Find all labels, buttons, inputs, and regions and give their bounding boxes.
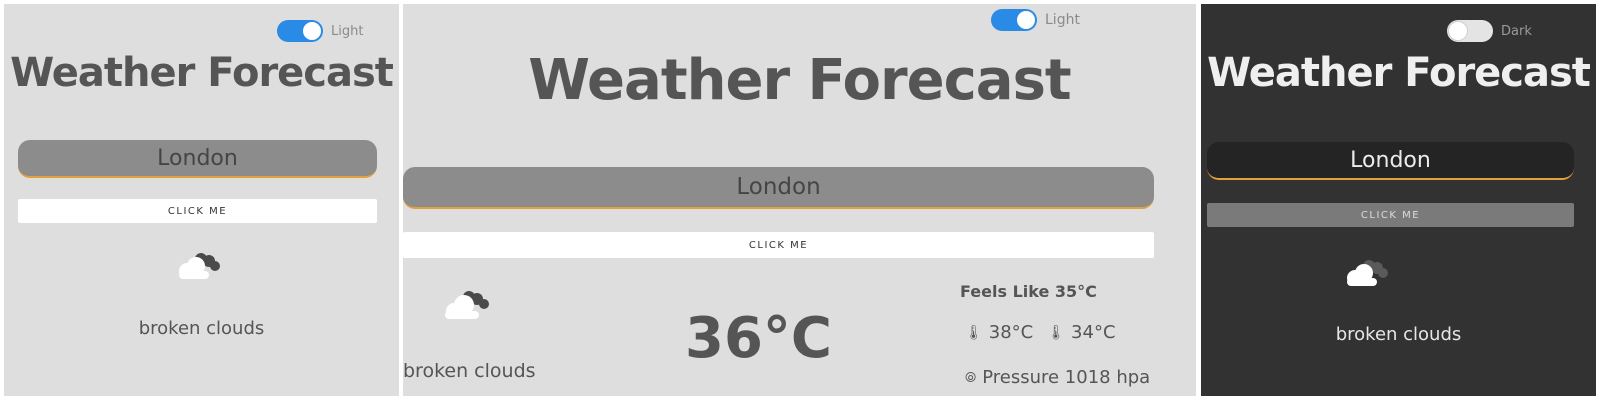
toggle-label: Dark [1501, 23, 1532, 39]
toggle-switch[interactable] [991, 9, 1037, 31]
weather-panel-dark-narrow: Dark Weather Forecast CLICK ME broken cl… [1201, 4, 1596, 396]
toggle-knob [1017, 11, 1035, 29]
toggle-knob [1449, 22, 1467, 40]
pressure: Pressure 1018 hpa [982, 367, 1151, 388]
click-me-button[interactable]: CLICK ME [403, 232, 1154, 258]
toggle-switch[interactable] [1447, 20, 1493, 42]
weather-panel-light-wide: Light Weather Forecast CLICK ME broken c… [403, 4, 1196, 396]
temp-min: 34°C [1071, 322, 1116, 343]
page-title: Weather Forecast [528, 48, 1071, 113]
page-title: Weather Forecast [10, 50, 394, 96]
theme-toggle[interactable]: Light [277, 20, 363, 42]
theme-toggle[interactable]: Light [991, 9, 1080, 31]
weather-description: broken clouds [138, 318, 265, 339]
temp-range: 🌡 38°C 🌡 34°C [965, 322, 1116, 343]
temperature: 36°C [685, 306, 833, 371]
theme-toggle[interactable]: Dark [1447, 20, 1532, 42]
city-input[interactable] [1207, 142, 1574, 180]
page-title: Weather Forecast [1207, 50, 1591, 96]
click-me-button[interactable]: CLICK ME [1207, 203, 1574, 227]
thermometer-high-icon: 🌡 [965, 324, 983, 341]
click-me-button[interactable]: CLICK ME [18, 199, 377, 223]
cloud-icon [173, 245, 225, 285]
toggle-label: Light [1045, 12, 1080, 28]
weather-panel-light-narrow: Light Weather Forecast CLICK ME broken c… [4, 4, 399, 396]
pressure-row: ⦾ Pressure 1018 hpa [965, 367, 1150, 388]
weather-description: broken clouds [403, 360, 536, 382]
thermometer-low-icon: 🌡 [1047, 324, 1066, 341]
city-input[interactable] [18, 140, 377, 178]
weather-description: broken clouds [1335, 324, 1462, 345]
toggle-knob [303, 22, 321, 40]
cloud-icon [1341, 252, 1393, 292]
toggle-label: Light [331, 23, 364, 39]
feels-like: Feels Like 35°C [960, 282, 1097, 301]
cloud-icon [439, 283, 495, 325]
temp-max: 38°C [988, 322, 1034, 343]
toggle-switch[interactable] [277, 20, 323, 42]
pressure-icon: ⦾ [965, 369, 977, 386]
city-input[interactable] [403, 167, 1154, 209]
